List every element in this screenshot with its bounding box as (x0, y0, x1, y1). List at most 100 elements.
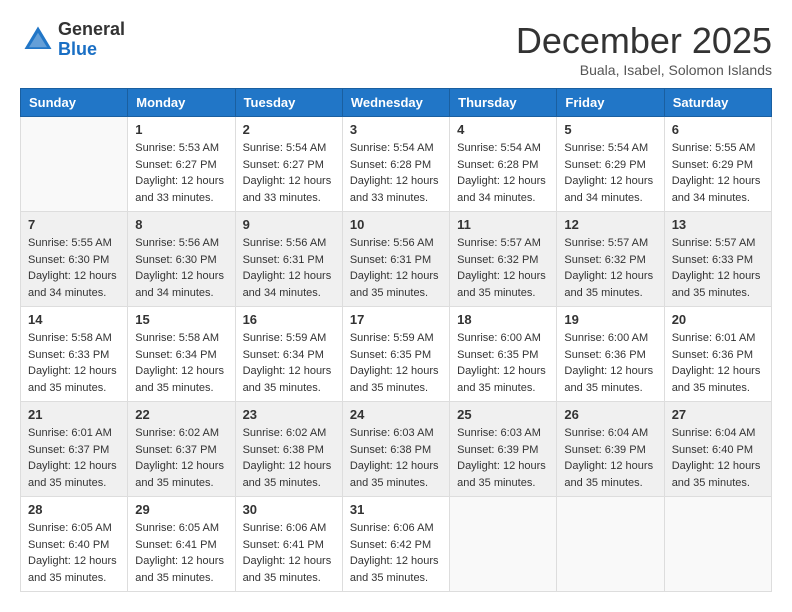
calendar-day-cell: 1Sunrise: 5:53 AMSunset: 6:27 PMDaylight… (128, 117, 235, 212)
calendar-day-cell (450, 497, 557, 592)
day-number: 21 (28, 407, 120, 422)
calendar-day-cell: 25Sunrise: 6:03 AMSunset: 6:39 PMDayligh… (450, 402, 557, 497)
day-info-line: Daylight: 12 hours (457, 363, 549, 380)
day-info-line: and 35 minutes. (350, 285, 442, 302)
day-info-line: and 35 minutes. (564, 380, 656, 397)
day-info-line: and 34 minutes. (672, 190, 764, 207)
day-info-line: Daylight: 12 hours (28, 268, 120, 285)
day-info-line: and 35 minutes. (457, 380, 549, 397)
day-info-line: Sunset: 6:33 PM (28, 347, 120, 364)
day-info-line: Sunrise: 5:55 AM (28, 235, 120, 252)
day-info-line: Sunrise: 5:58 AM (135, 330, 227, 347)
day-info-line: Sunrise: 6:05 AM (28, 520, 120, 537)
day-info-line: and 35 minutes. (564, 285, 656, 302)
day-info: Sunrise: 6:05 AMSunset: 6:40 PMDaylight:… (28, 520, 120, 586)
day-info-line: Daylight: 12 hours (457, 458, 549, 475)
calendar-day-cell: 6 Sunrise: 5:55 AMSunset: 6:29 PMDaylight… (664, 117, 771, 212)
day-info-line: Daylight: 12 hours (350, 173, 442, 190)
day-info-line: and 35 minutes. (28, 570, 120, 587)
day-info-line: Daylight: 12 hours (457, 268, 549, 285)
day-info-line: Sunset: 6:32 PM (457, 252, 549, 269)
day-info-line: Sunset: 6:37 PM (135, 442, 227, 459)
calendar-day-cell: 18Sunrise: 6:00 AMSunset: 6:35 PMDayligh… (450, 307, 557, 402)
day-info-line: Sunrise: 5:54 AM (350, 140, 442, 157)
day-info-line: Sunset: 6:30 PM (135, 252, 227, 269)
logo-blue: Blue (58, 39, 97, 59)
calendar-day-cell: 12Sunrise: 5:57 AMSunset: 6:32 PMDayligh… (557, 212, 664, 307)
calendar-day-cell: 29Sunrise: 6:05 AMSunset: 6:41 PMDayligh… (128, 497, 235, 592)
day-info-line: Sunrise: 5:57 AM (672, 235, 764, 252)
calendar-week-row: 7Sunrise: 5:55 AMSunset: 6:30 PMDaylight… (21, 212, 772, 307)
day-info-line: Daylight: 12 hours (564, 173, 656, 190)
day-info-line: and 35 minutes. (243, 570, 335, 587)
day-info-line: Daylight: 12 hours (243, 363, 335, 380)
calendar-day-cell: 23Sunrise: 6:02 AMSunset: 6:38 PMDayligh… (235, 402, 342, 497)
calendar-day-cell: 19Sunrise: 6:00 AMSunset: 6:36 PMDayligh… (557, 307, 664, 402)
day-info-line: Sunset: 6:28 PM (457, 157, 549, 174)
day-info-line: Sunrise: 6:00 AM (564, 330, 656, 347)
day-info-line: Sunset: 6:42 PM (350, 537, 442, 554)
day-number: 20 (672, 312, 764, 327)
day-info-line: Sunset: 6:34 PM (135, 347, 227, 364)
day-info-line: Daylight: 12 hours (564, 363, 656, 380)
day-number: 27 (672, 407, 764, 422)
calendar-day-cell: 13Sunrise: 5:57 AMSunset: 6:33 PMDayligh… (664, 212, 771, 307)
day-info-line: Daylight: 12 hours (350, 268, 442, 285)
day-info-line: Daylight: 12 hours (135, 268, 227, 285)
day-info-line: Sunrise: 6:06 AM (350, 520, 442, 537)
day-info-line: Sunset: 6:36 PM (564, 347, 656, 364)
day-info-line: Daylight: 12 hours (28, 363, 120, 380)
title-area: December 2025 Buala, Isabel, Solomon Isl… (516, 20, 772, 78)
day-info-line: Sunrise: 5:56 AM (350, 235, 442, 252)
day-info: Sunrise: 6:03 AMSunset: 6:38 PMDaylight:… (350, 425, 442, 491)
day-info-line: and 35 minutes. (350, 570, 442, 587)
day-number: 16 (243, 312, 335, 327)
day-info-line: Daylight: 12 hours (243, 268, 335, 285)
logo: General Blue (20, 20, 125, 60)
day-info: Sunrise: 6:04 AMSunset: 6:39 PMDaylight:… (564, 425, 656, 491)
day-info-line: Daylight: 12 hours (350, 553, 442, 570)
day-info-line: and 35 minutes. (350, 380, 442, 397)
day-number: 12 (564, 217, 656, 232)
day-info-line: Sunrise: 5:55 AM (672, 140, 764, 157)
day-info-line: Sunset: 6:36 PM (672, 347, 764, 364)
day-number: 17 (350, 312, 442, 327)
calendar-day-cell: 28Sunrise: 6:05 AMSunset: 6:40 PMDayligh… (21, 497, 128, 592)
day-info-line: Daylight: 12 hours (672, 173, 764, 190)
day-info-line: Sunrise: 5:54 AM (564, 140, 656, 157)
day-info-line: Sunset: 6:33 PM (672, 252, 764, 269)
day-info-line: Sunrise: 5:57 AM (457, 235, 549, 252)
day-number: 2 (243, 122, 335, 137)
day-number: 29 (135, 502, 227, 517)
day-info: Sunrise: 6:00 AMSunset: 6:35 PMDaylight:… (457, 330, 549, 396)
calendar-day-cell: 22Sunrise: 6:02 AMSunset: 6:37 PMDayligh… (128, 402, 235, 497)
day-info: Sunrise: 5:57 AMSunset: 6:33 PMDaylight:… (672, 235, 764, 301)
day-number: 6 (672, 122, 764, 137)
logo-text: General Blue (58, 20, 125, 60)
day-info: Sunrise: 5:55 AMSunset: 6:30 PMDaylight:… (28, 235, 120, 301)
calendar-day-cell (21, 117, 128, 212)
logo-general: General (58, 19, 125, 39)
calendar-day-cell: 5Sunrise: 5:54 AMSunset: 6:29 PMDaylight… (557, 117, 664, 212)
day-info: Sunrise: 5:53 AMSunset: 6:27 PMDaylight:… (135, 140, 227, 206)
day-info-line: Sunset: 6:41 PM (135, 537, 227, 554)
day-number: 31 (350, 502, 442, 517)
day-info-line: Sunset: 6:37 PM (28, 442, 120, 459)
day-info-line: and 35 minutes. (135, 570, 227, 587)
day-number: 14 (28, 312, 120, 327)
day-info-line: Sunset: 6:28 PM (350, 157, 442, 174)
day-info-line: Sunset: 6:29 PM (672, 157, 764, 174)
day-info-line: and 35 minutes. (672, 475, 764, 492)
calendar-day-cell: 30Sunrise: 6:06 AMSunset: 6:41 PMDayligh… (235, 497, 342, 592)
day-number: 26 (564, 407, 656, 422)
day-info-line: and 34 minutes. (564, 190, 656, 207)
day-header-saturday: Saturday (664, 89, 771, 117)
calendar-day-cell: 15Sunrise: 5:58 AMSunset: 6:34 PMDayligh… (128, 307, 235, 402)
day-info-line: Sunset: 6:29 PM (564, 157, 656, 174)
day-info-line: and 35 minutes. (243, 380, 335, 397)
day-info: Sunrise: 5:54 AMSunset: 6:27 PMDaylight:… (243, 140, 335, 206)
day-info-line: Sunrise: 6:01 AM (28, 425, 120, 442)
day-info-line: Daylight: 12 hours (243, 173, 335, 190)
day-info-line: Sunrise: 6:02 AM (243, 425, 335, 442)
day-header-monday: Monday (128, 89, 235, 117)
